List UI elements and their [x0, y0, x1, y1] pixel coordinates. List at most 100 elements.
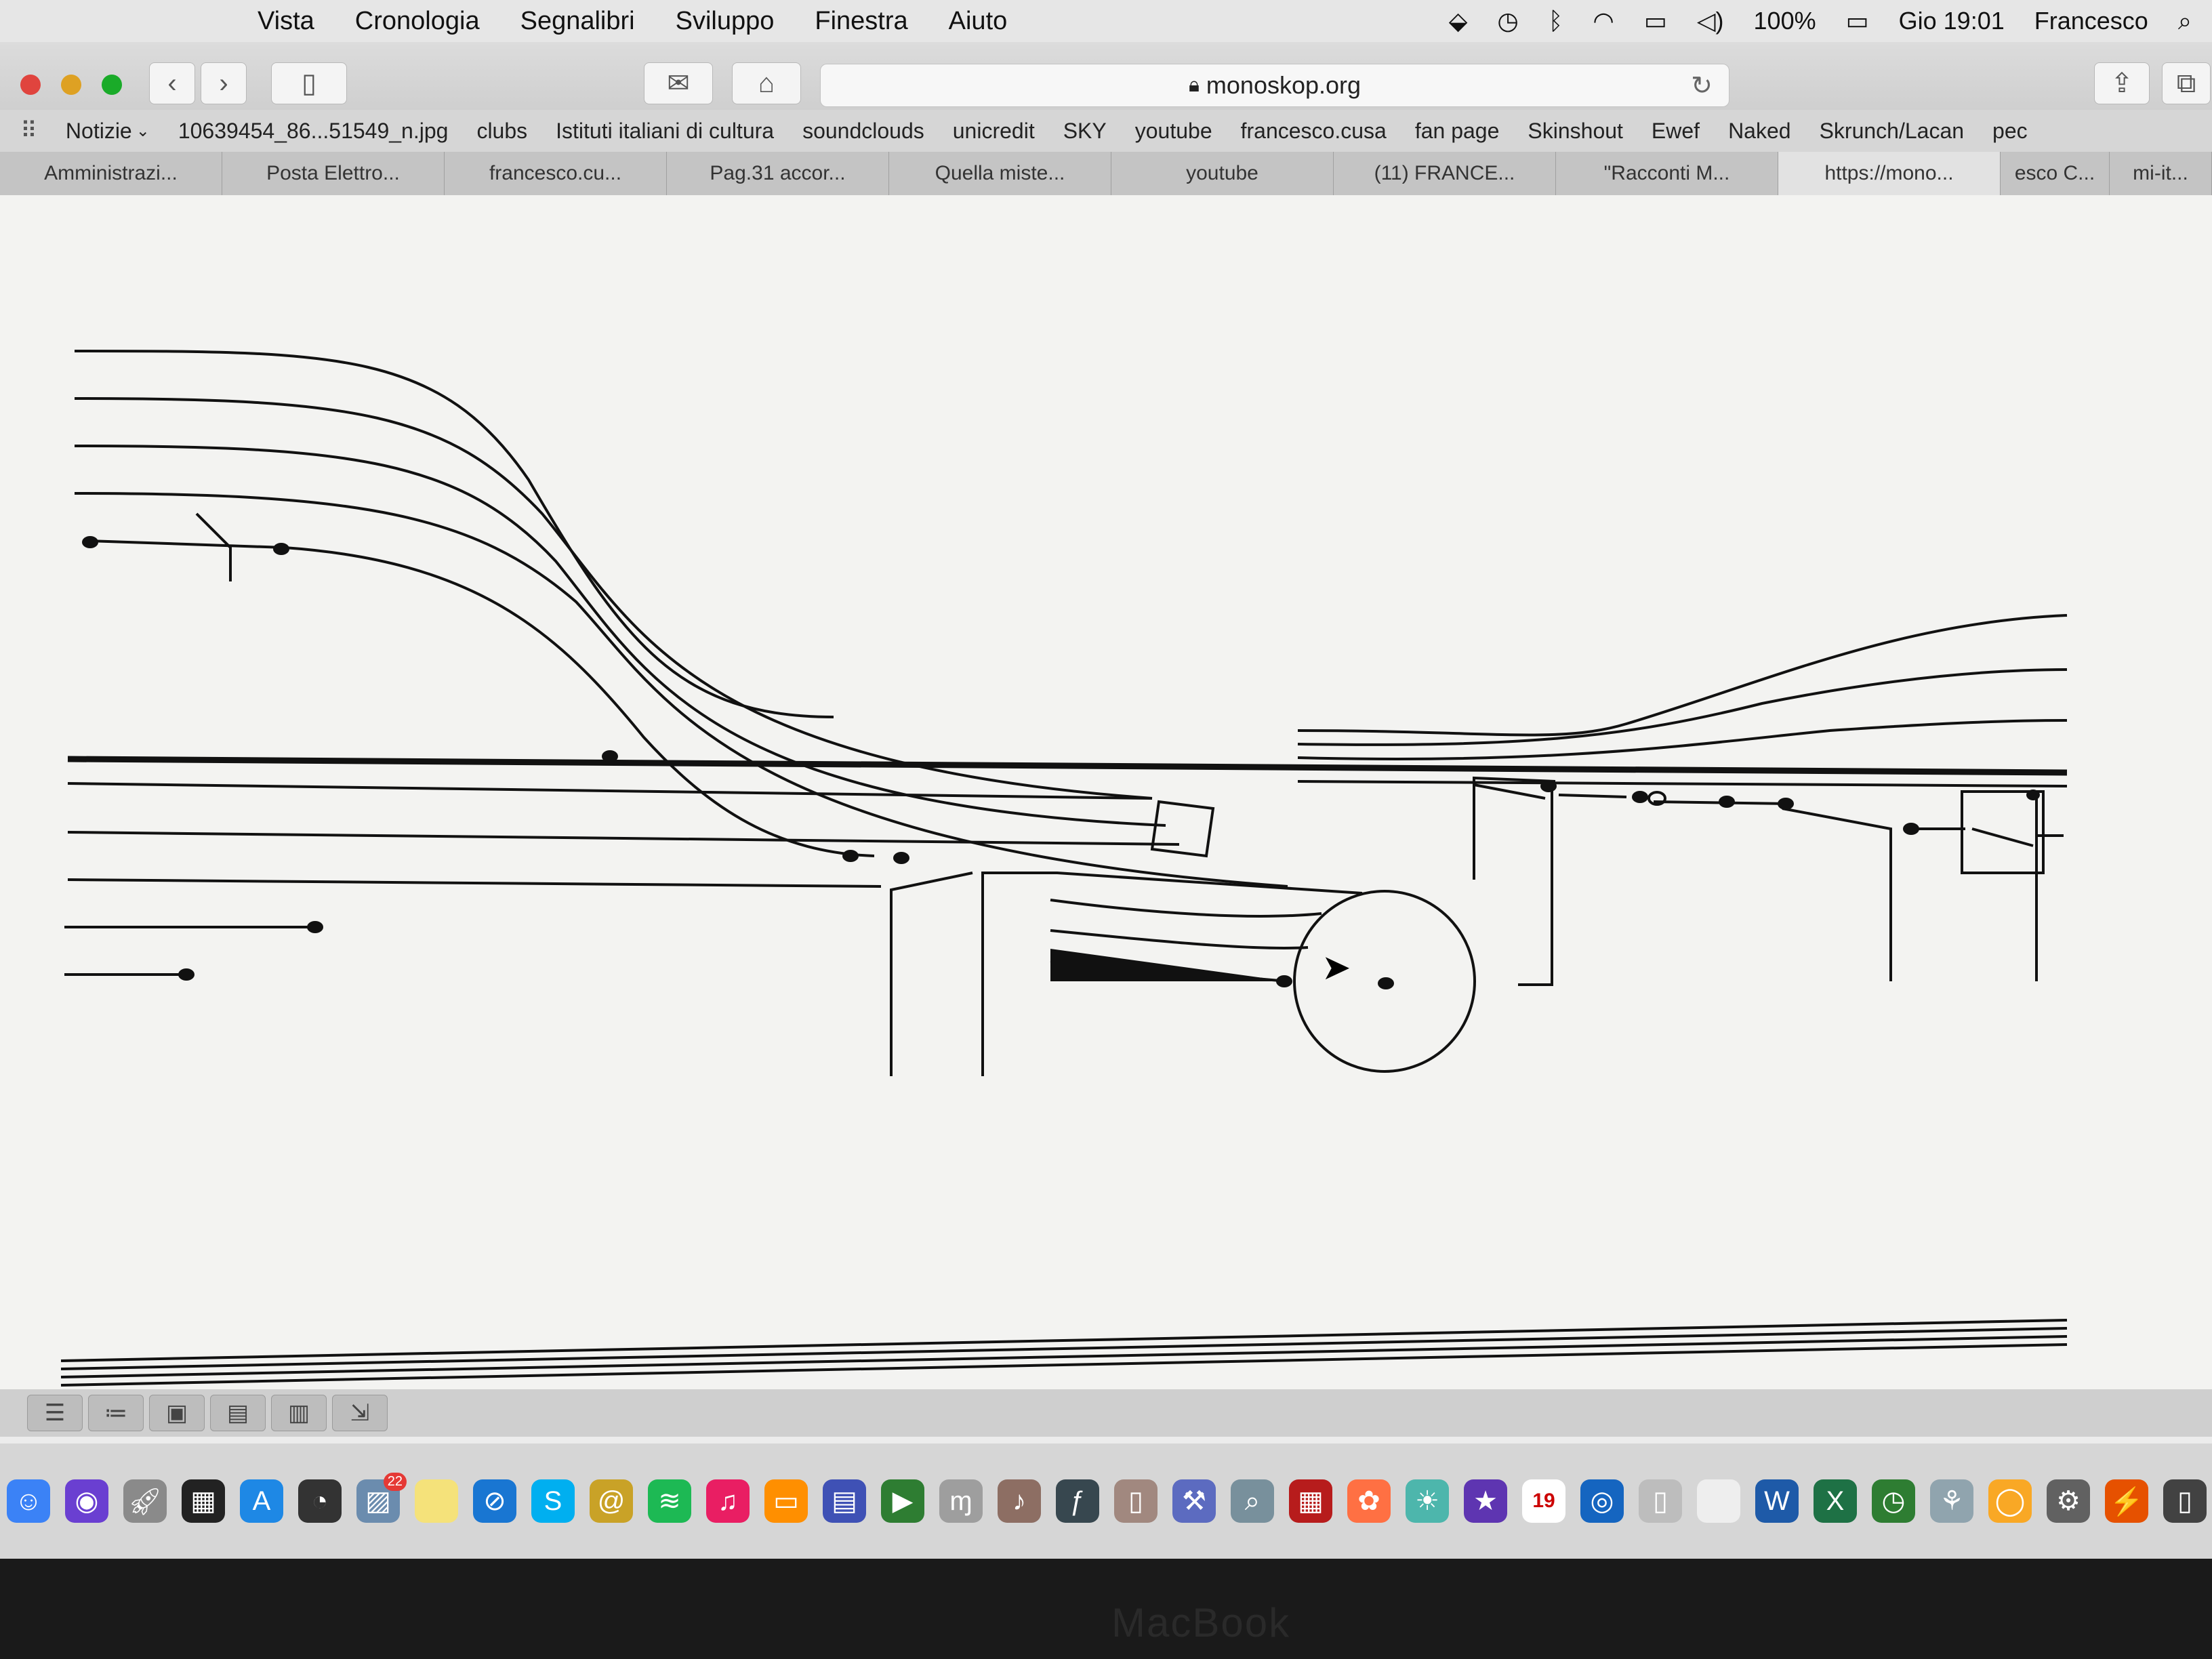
tab[interactable]: Pag.31 accor... — [667, 152, 889, 195]
menu-segnalibri[interactable]: Segnalibri — [520, 7, 635, 36]
bluetooth-icon[interactable]: ᛒ — [1549, 7, 1563, 35]
bookmark-item[interactable]: soundclouds — [802, 119, 924, 144]
tab[interactable]: "Racconti M... — [1556, 152, 1778, 195]
dropbox-icon[interactable]: ⬙ — [1449, 7, 1468, 35]
facetime-icon[interactable]: ▶ — [881, 1479, 924, 1523]
coin-app-icon[interactable]: ◯ — [1988, 1479, 2032, 1523]
tab[interactable]: youtube — [1111, 152, 1334, 195]
bookmark-item[interactable]: Istituti italiani di cultura — [556, 119, 774, 144]
excel-icon[interactable]: X — [1814, 1479, 1857, 1523]
preview-icon[interactable]: ▨ 22 — [356, 1473, 407, 1523]
airplay-icon[interactable]: ▭ — [1644, 7, 1667, 35]
menu-cronologia[interactable]: Cronologia — [355, 7, 480, 36]
tabs-overview-button[interactable]: ⧉ — [2162, 62, 2211, 104]
spotify-icon[interactable]: ≋ — [648, 1479, 691, 1523]
imovie-icon[interactable]: ★ — [1464, 1479, 1507, 1523]
tab[interactable]: esco C... — [2001, 152, 2110, 195]
bookmark-item[interactable]: fan page — [1415, 119, 1500, 144]
bookmark-item[interactable]: Skinshout — [1528, 119, 1623, 144]
bookmark-item[interactable]: youtube — [1135, 119, 1212, 144]
iphone-backup-icon[interactable]: ▯ — [2163, 1479, 2207, 1523]
bookmark-item[interactable]: SKY — [1063, 119, 1107, 144]
bookmark-item[interactable]: clubs — [476, 119, 527, 144]
calendar-icon[interactable]: 19 — [1522, 1479, 1565, 1523]
xcode-icon[interactable]: ⚒ — [1172, 1479, 1216, 1523]
contacts-icon[interactable]: ▯ — [1114, 1479, 1158, 1523]
tab[interactable]: Quella miste... — [889, 152, 1111, 195]
skype-icon[interactable]: S — [531, 1479, 575, 1523]
dvd-player-icon[interactable]: ▯ — [1639, 1479, 1682, 1523]
bookmark-item[interactable]: 10639454_86...51549_n.jpg — [178, 119, 449, 144]
system-preferences-icon[interactable]: ⚙ — [2047, 1479, 2090, 1523]
outline-view-button[interactable]: ≔ — [88, 1395, 144, 1431]
photos-icon[interactable]: ✿ — [1347, 1479, 1391, 1523]
thumbnail-view-button[interactable]: ▣ — [149, 1395, 205, 1431]
sidebar-toggle-button[interactable]: ▯ — [271, 62, 347, 104]
menu-sviluppo[interactable]: Sviluppo — [676, 7, 775, 36]
ibooks-icon[interactable]: ▭ — [764, 1479, 808, 1523]
clock[interactable]: Gio 19:01 — [1899, 7, 2005, 35]
battery-icon[interactable]: ▭ — [1846, 7, 1869, 35]
bookmark-item[interactable]: Ewef — [1652, 119, 1700, 144]
share-button[interactable]: ⇪ — [2094, 62, 2150, 104]
page-content[interactable]: ➤ — [0, 195, 2212, 1389]
iphoto-icon[interactable]: ☀ — [1406, 1479, 1449, 1523]
bookmark-item[interactable]: Notizie — [66, 119, 132, 144]
volume-icon[interactable]: ◁) — [1697, 7, 1724, 35]
app-store-icon[interactable]: A — [240, 1479, 283, 1523]
fit-view-button[interactable]: ⇲ — [332, 1395, 388, 1431]
menu-aiuto[interactable]: Aiuto — [949, 7, 1008, 36]
notes-icon[interactable] — [415, 1479, 458, 1523]
list-view-button[interactable]: ☰ — [27, 1395, 83, 1431]
word-icon[interactable]: W — [1755, 1479, 1799, 1523]
tab-active[interactable]: https://mono... — [1778, 152, 2001, 195]
menu-finestra[interactable]: Finestra — [815, 7, 907, 36]
safari-icon[interactable]: ⊘ — [473, 1479, 516, 1523]
tab[interactable]: Posta Elettro... — [222, 152, 445, 195]
keynote-icon[interactable]: ▤ — [823, 1479, 866, 1523]
home-button[interactable]: ⌂ — [732, 62, 801, 104]
wifi-icon[interactable]: ◠ — [1593, 7, 1614, 35]
address-bar[interactable]: 🔒︎ monoskop.org ↻ — [820, 64, 1729, 107]
quicktime-icon[interactable]: ◎ — [1580, 1479, 1624, 1523]
tab[interactable]: mi-it... — [2110, 152, 2212, 195]
itunes-icon[interactable]: ♫ — [706, 1479, 750, 1523]
bookmark-item[interactable]: Skrunch/Lacan — [1820, 119, 1964, 144]
menu-vista[interactable]: Vista — [258, 7, 314, 36]
finder-icon[interactable]: ☺ — [7, 1479, 50, 1523]
zoom-window-button[interactable] — [102, 75, 122, 95]
image-capture-icon[interactable]: ⌕ — [1231, 1479, 1274, 1523]
transmit-icon[interactable]: ⚘ — [1930, 1479, 1973, 1523]
finale-icon[interactable]: ƒ — [1056, 1479, 1099, 1523]
reload-icon[interactable]: ↻ — [1691, 70, 1713, 101]
bookmark-item[interactable]: pec — [1992, 119, 2028, 144]
mail-lock-icon[interactable]: @ — [590, 1479, 633, 1523]
script-editor-icon[interactable]: ɱ — [939, 1479, 983, 1523]
bookmark-item[interactable]: francesco.cusa — [1241, 119, 1387, 144]
tab[interactable]: Amministrazi... — [0, 152, 222, 195]
time-machine-icon[interactable]: ◷ — [1497, 7, 1518, 35]
user-name[interactable]: Francesco — [2034, 7, 2148, 35]
top-sites-grid-icon[interactable]: ⠿ — [20, 117, 37, 144]
photo-booth-icon[interactable]: ▦ — [1289, 1479, 1332, 1523]
siri-icon[interactable]: ◉ — [65, 1479, 108, 1523]
minimize-window-button[interactable] — [61, 75, 81, 95]
document-icon[interactable] — [1697, 1479, 1740, 1523]
back-button[interactable]: ‹ — [149, 62, 195, 104]
bookmark-item[interactable]: unicredit — [953, 119, 1035, 144]
dashboard-icon[interactable]: ◔ — [298, 1479, 342, 1523]
bookmark-item[interactable]: Naked — [1728, 119, 1791, 144]
close-window-button[interactable] — [20, 75, 41, 95]
mail-button[interactable]: ✉ — [644, 62, 713, 104]
time-machine-icon[interactable]: ◷ — [1872, 1479, 1915, 1523]
tab[interactable]: (11) FRANCE... — [1334, 152, 1556, 195]
page-view-button[interactable]: ▤ — [210, 1395, 266, 1431]
forward-button[interactable]: › — [201, 62, 247, 104]
spotlight-search-icon[interactable]: ⌕ — [2178, 7, 2192, 36]
launchpad-icon[interactable]: 🚀︎ — [123, 1479, 167, 1523]
mission-control-icon[interactable]: ▦ — [182, 1479, 225, 1523]
text-view-button[interactable]: ▥ — [271, 1395, 327, 1431]
tab[interactable]: francesco.cu... — [445, 152, 667, 195]
burn-app-icon[interactable]: ⚡ — [2105, 1479, 2148, 1523]
garageband-icon[interactable]: ♪ — [998, 1479, 1041, 1523]
